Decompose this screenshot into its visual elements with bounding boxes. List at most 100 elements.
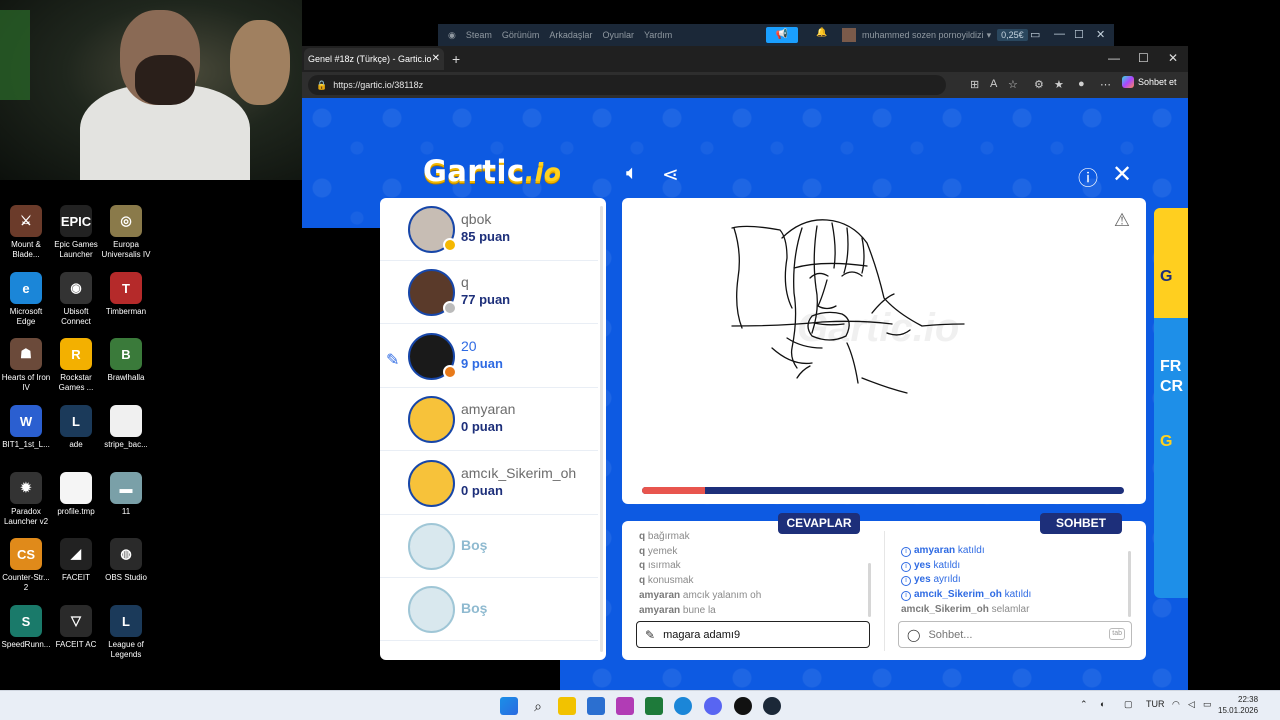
desktop-shortcut[interactable]: R Rockstar Games ...	[50, 338, 102, 393]
favorite-icon[interactable]: ☆	[1008, 78, 1018, 91]
steam-user[interactable]: muhammed sozen pornoyildizi ▾ 0,25€	[842, 28, 1028, 42]
volume-icon[interactable]: ◁	[1188, 699, 1195, 710]
steam-menu-friends[interactable]: Arkadaşlar	[549, 30, 592, 40]
answer-input-box[interactable]: ✎	[636, 621, 870, 648]
extensions-icon[interactable]: ⚙	[1034, 78, 1044, 91]
shortcut-label: BIT1_1st_L...	[2, 440, 50, 449]
answer-message: q bağırmak	[639, 530, 867, 545]
report-warning-icon[interactable]: ⚠	[1114, 210, 1130, 231]
maximize-icon[interactable]: ☐	[1138, 51, 1149, 65]
player-row[interactable]: q 77 puan	[380, 261, 598, 325]
shortcut-label: ade	[69, 440, 83, 449]
chat-scrollbar[interactable]	[1128, 551, 1131, 617]
shortcut-icon: ◉	[60, 272, 92, 304]
steam-menu-help[interactable]: Yardım	[644, 30, 672, 40]
store-icon[interactable]	[587, 697, 605, 715]
read-aloud-icon[interactable]: A	[990, 78, 997, 90]
player-row[interactable]: ✎ 20 9 puan	[380, 325, 598, 388]
desktop-shortcut[interactable]: stripe_bac...	[100, 405, 152, 450]
discord-icon[interactable]	[704, 697, 722, 715]
desktop-shortcut[interactable]: ☗ Hearts of Iron IV	[0, 338, 52, 393]
player-row[interactable]: qbok 85 puan	[380, 198, 598, 261]
url-text: https://gartic.io/38118z	[333, 80, 424, 90]
desktop-shortcut[interactable]: ◉ Ubisoft Connect	[50, 272, 102, 327]
player-status-badge	[443, 301, 457, 316]
battery-icon[interactable]: ▭	[1203, 699, 1212, 710]
shortcut-icon: ☗	[10, 338, 42, 370]
desktop-shortcut[interactable]: ◎ Europa Universalis IV	[100, 205, 152, 260]
screen-icon[interactable]: ▭	[1030, 28, 1040, 41]
profile-icon[interactable]: ●	[1078, 78, 1085, 90]
drawing-canvas[interactable]: Gartic.io ⚠	[622, 198, 1146, 504]
player-row[interactable]: amyaran 0 puan	[380, 388, 598, 452]
players-scrollbar[interactable]	[600, 206, 603, 652]
notification-bell-icon[interactable]: 🔔	[816, 27, 827, 38]
apps-icon[interactable]: ⊞	[970, 78, 979, 91]
sound-icon[interactable]: 🔈︎	[626, 162, 638, 185]
shortcut-icon: e	[10, 272, 42, 304]
close-icon[interactable]: ✕	[1096, 28, 1105, 41]
desktop-shortcut[interactable]: profile.tmp	[50, 472, 102, 517]
desktop-shortcut[interactable]: B Brawlhalla	[100, 338, 152, 383]
message-user: amcık_Sikerim_oh	[914, 589, 1002, 601]
steam-icon[interactable]	[763, 697, 781, 715]
desktop-shortcut[interactable]: ◢ FACEIT	[50, 538, 102, 583]
minimize-icon[interactable]: —	[1054, 28, 1065, 40]
edge-icon[interactable]	[674, 697, 692, 715]
desktop-shortcut[interactable]: EPIC Epic Games Launcher	[50, 205, 102, 260]
answer-input[interactable]	[663, 628, 869, 641]
player-name: 20	[461, 337, 477, 354]
desktop-shortcut[interactable]: L League of Legends	[100, 605, 152, 660]
tray-app-icon[interactable]: ▢	[1124, 699, 1133, 710]
desktop-shortcut[interactable]: e Microsoft Edge	[0, 272, 52, 327]
maximize-icon[interactable]: ☐	[1074, 28, 1084, 41]
desktop-shortcut[interactable]: ✹ Paradox Launcher v2	[0, 472, 52, 527]
player-name: q	[461, 274, 469, 291]
message-text: selamlar	[991, 603, 1030, 615]
share-icon[interactable]: ⋖	[662, 162, 679, 187]
desktop-shortcut[interactable]: Lade	[50, 405, 102, 450]
tray-app-icon[interactable]: ◐	[1100, 699, 1105, 709]
player-row[interactable]: amcık_Sikerim_oh 0 puan	[380, 452, 598, 515]
close-room-icon[interactable]: ✕	[1112, 160, 1132, 189]
copilot-button[interactable]: Sohbet et	[1122, 76, 1177, 88]
url-field[interactable]: 🔒 https://gartic.io/38118z	[308, 75, 946, 95]
chat-input[interactable]	[928, 628, 1131, 641]
desktop-shortcut[interactable]: W BIT1_1st_L...	[0, 405, 52, 450]
steam-menu-games[interactable]: Oyunlar	[602, 30, 634, 40]
answers-scrollbar[interactable]	[868, 563, 871, 617]
xbox-icon[interactable]	[645, 697, 663, 715]
info-icon[interactable]: ⓘ	[1078, 162, 1098, 191]
file-explorer-icon[interactable]	[558, 697, 576, 715]
search-icon[interactable]: ⌕	[529, 697, 547, 715]
tray-chevron-icon[interactable]: ⌃	[1080, 699, 1088, 710]
language-indicator[interactable]: TUR	[1146, 699, 1165, 709]
desktop-shortcut[interactable]: ◍ OBS Studio	[100, 538, 152, 583]
tab-close-icon[interactable]: ✕	[432, 48, 440, 70]
steam-menu-view[interactable]: Görünüm	[502, 30, 540, 40]
desktop-shortcut[interactable]: ▽ FACEIT AC	[50, 605, 102, 650]
wifi-icon[interactable]: ◠	[1172, 699, 1180, 710]
start-icon[interactable]	[500, 697, 518, 715]
clock-time: 22:38	[1238, 695, 1259, 704]
advertisement[interactable]: G FR CR G	[1154, 208, 1188, 598]
browser-tab[interactable]: Genel #18z (Türkçe) - Gartic.io ✕	[304, 48, 444, 70]
desktop-shortcut[interactable]: S SpeedRunn...	[0, 605, 52, 650]
desktop-shortcut[interactable]: T Timberman	[100, 272, 152, 317]
more-menu-icon[interactable]: ⋯	[1100, 78, 1111, 91]
desktop-shortcut[interactable]: CS Counter-Str... 2	[0, 538, 52, 593]
obs-icon[interactable]	[734, 697, 752, 715]
player-avatar	[408, 396, 455, 444]
desktop-shortcut[interactable]: ⚔ Mount & Blade...	[0, 205, 52, 260]
player-points: 0 puan	[461, 419, 503, 435]
close-icon[interactable]: ✕	[1168, 51, 1178, 65]
clock[interactable]: 22:38 15.01.2026	[1218, 694, 1258, 716]
favorites-icon[interactable]: ★	[1054, 78, 1064, 91]
desktop-shortcut[interactable]: ▬ 11	[100, 472, 152, 517]
announcement-icon[interactable]: 📢	[766, 27, 798, 43]
chat-input-box[interactable]: ◯ tab	[898, 621, 1132, 648]
app-icon[interactable]	[616, 697, 634, 715]
steam-menu-steam[interactable]: Steam	[466, 30, 492, 40]
new-tab-icon[interactable]: +	[452, 51, 460, 67]
minimize-icon[interactable]: —	[1108, 51, 1120, 65]
